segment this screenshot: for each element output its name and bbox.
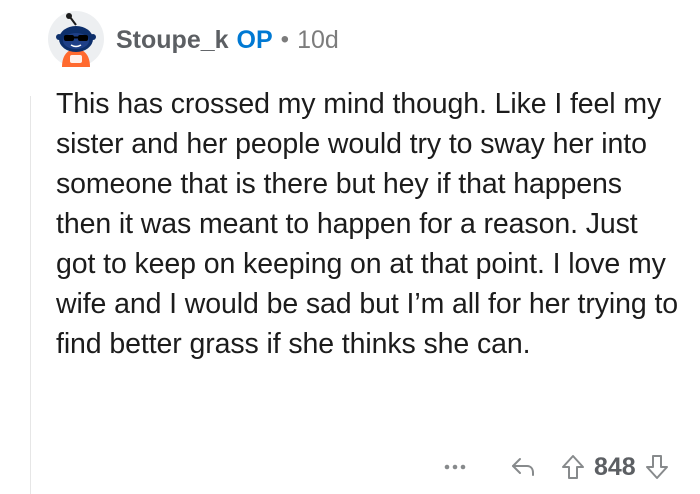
meta-separator: • <box>280 26 290 53</box>
upvote-arrow-icon[interactable] <box>558 452 588 482</box>
avatar[interactable] <box>48 11 104 67</box>
comment-meta: Stoupe_k OP • 10d <box>116 25 339 54</box>
op-badge: OP <box>236 25 273 54</box>
comment-body: This has crossed my mind though. Like I … <box>56 88 679 360</box>
more-options-icon[interactable] <box>440 452 470 482</box>
reply-icon[interactable] <box>506 452 540 482</box>
comment-header: Stoupe_k OP • 10d <box>48 8 339 70</box>
downvote-arrow-icon[interactable] <box>642 452 672 482</box>
thread-line <box>30 96 31 494</box>
comment-age: 10d <box>297 25 339 54</box>
comment-actions: 848 <box>440 450 690 484</box>
vote-score: 848 <box>594 452 636 481</box>
username[interactable]: Stoupe_k <box>116 27 229 53</box>
